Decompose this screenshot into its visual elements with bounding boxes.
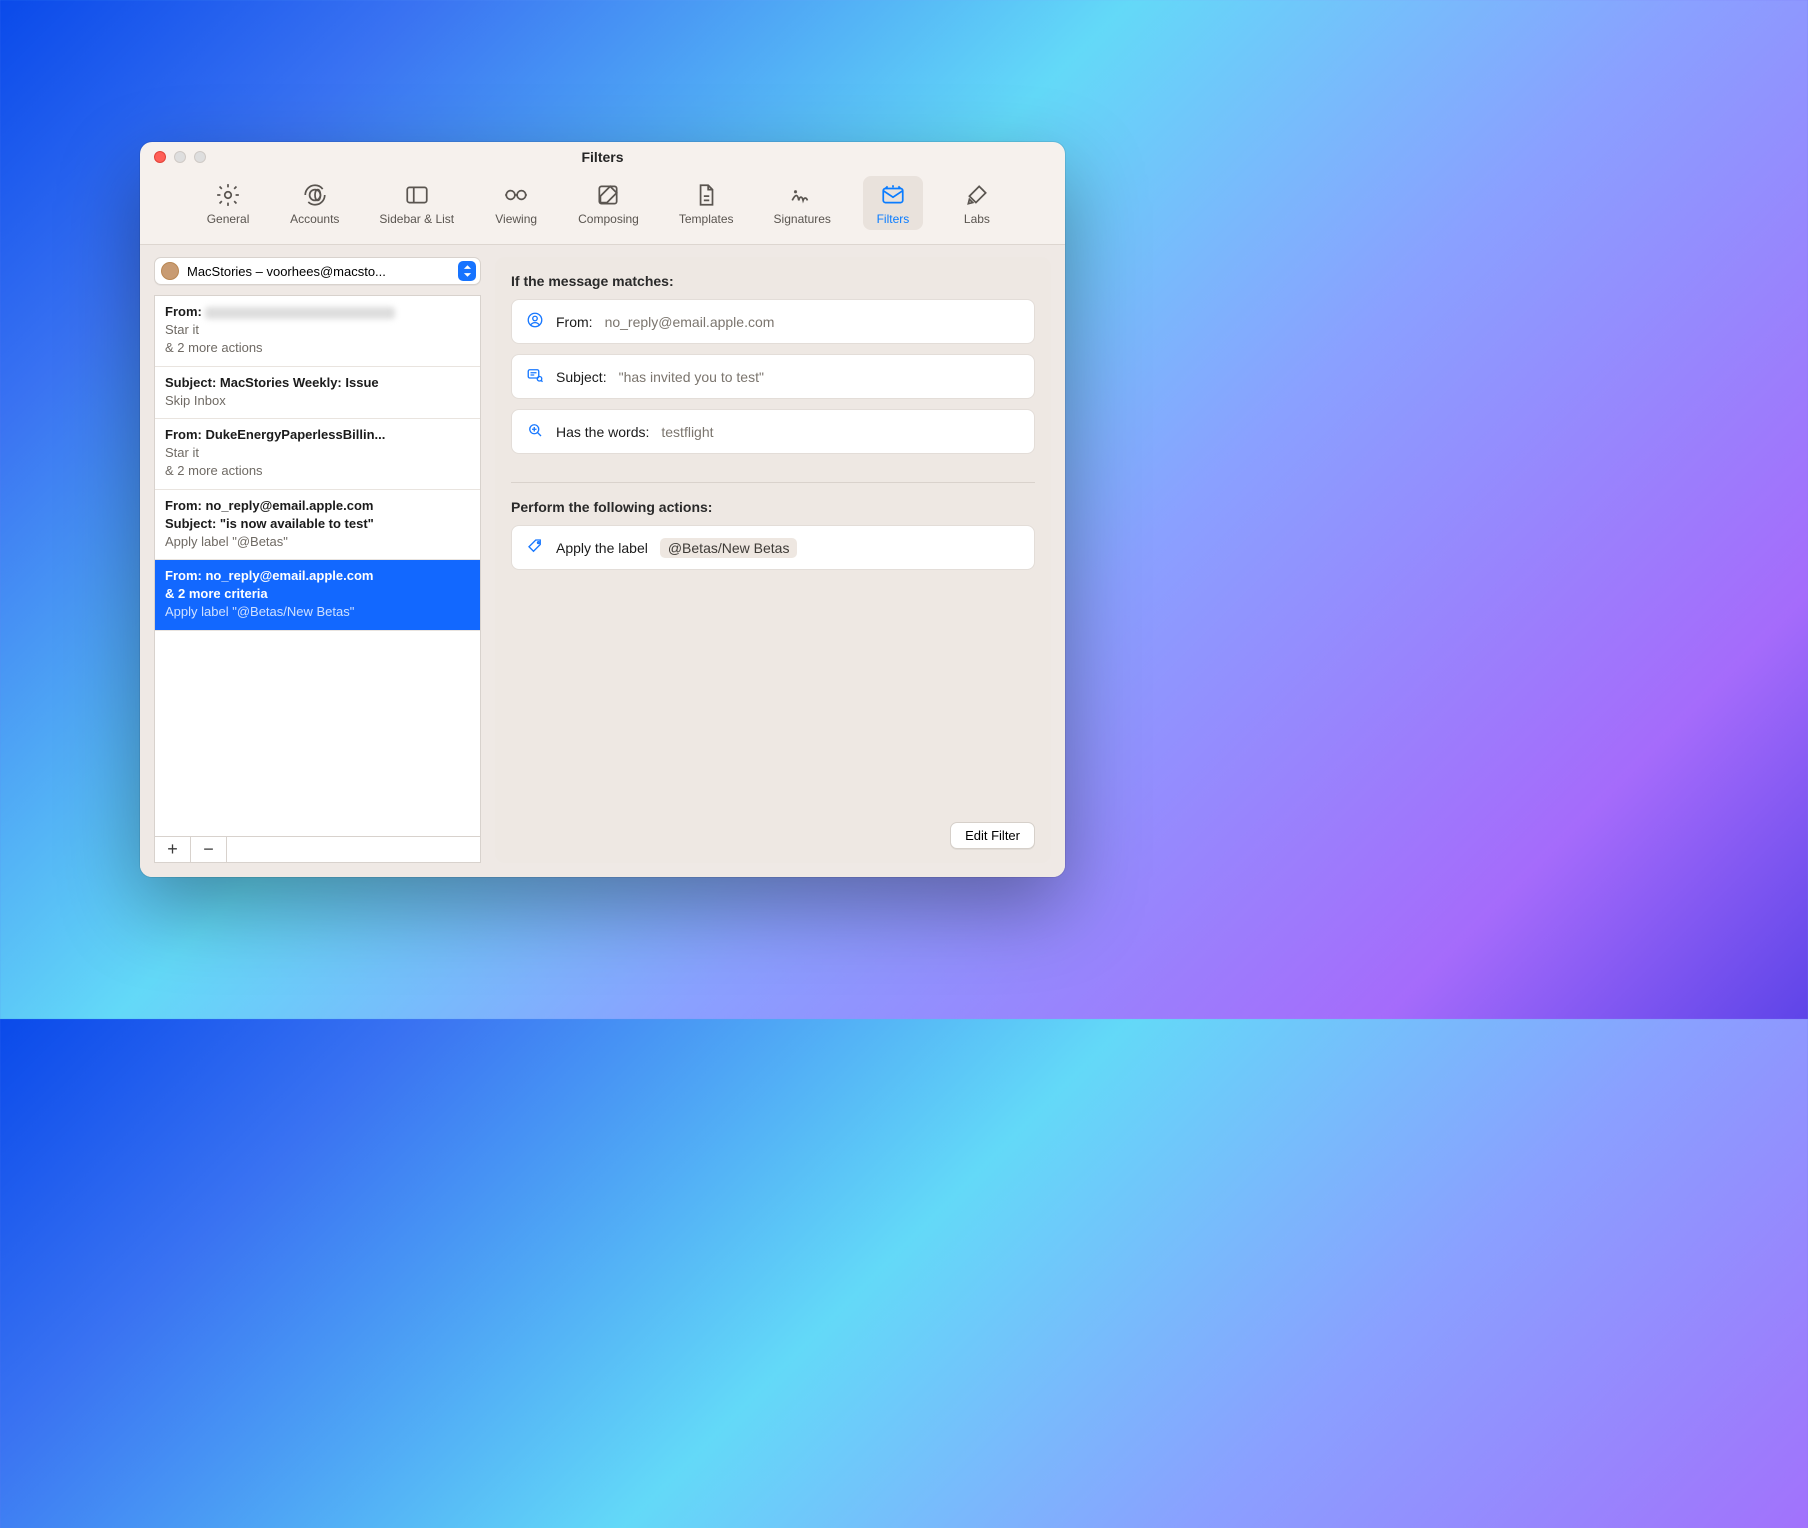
condition-row: Has the words: testflight — [511, 409, 1035, 454]
tab-label: General — [207, 212, 250, 226]
redacted — [205, 307, 395, 319]
filter-rows[interactable]: From: Star it& 2 more actionsSubject: Ma… — [155, 296, 480, 836]
filter-list: From: Star it& 2 more actionsSubject: Ma… — [154, 295, 481, 863]
actions-title: Perform the following actions: — [511, 499, 1035, 515]
account-label: MacStories – voorhees@macsto... — [187, 264, 450, 279]
tab-label: Accounts — [290, 212, 339, 226]
filter-row[interactable]: From: DukeEnergyPaperlessBillin...Star i… — [155, 419, 480, 490]
edit-filter-button[interactable]: Edit Filter — [950, 822, 1035, 849]
tab-labs[interactable]: Labs — [947, 176, 1007, 230]
content: MacStories – voorhees@macsto... From: St… — [140, 245, 1065, 877]
condition-label: Has the words: — [556, 424, 649, 440]
tab-signatures[interactable]: Signatures — [766, 176, 839, 230]
action-row: Apply the label @Betas/New Betas — [511, 525, 1035, 570]
left-pane: MacStories – voorhees@macsto... From: St… — [154, 257, 481, 863]
filter-row[interactable]: From: no_reply@email.apple.comSubject: "… — [155, 490, 480, 561]
tab-label: Sidebar & List — [379, 212, 454, 226]
matches-title: If the message matches: — [511, 273, 1035, 289]
filter-row[interactable]: From: Star it& 2 more actions — [155, 296, 480, 367]
condition-row: From: no_reply@email.apple.com — [511, 299, 1035, 344]
tab-accounts[interactable]: Accounts — [282, 176, 347, 230]
prefs-toolbar: General Accounts Sidebar & List Viewing … — [140, 172, 1065, 245]
remove-filter-button[interactable]: − — [191, 837, 227, 862]
condition-label: Subject: — [556, 369, 607, 385]
account-picker[interactable]: MacStories – voorhees@macsto... — [154, 257, 481, 285]
tab-sidebar-list[interactable]: Sidebar & List — [371, 176, 462, 230]
tab-label: Signatures — [774, 212, 831, 226]
filter-row[interactable]: Subject: MacStories Weekly: IssueSkip In… — [155, 367, 480, 419]
tab-templates[interactable]: Templates — [671, 176, 742, 230]
subject-icon — [526, 366, 544, 387]
tab-label: Labs — [964, 212, 990, 226]
tab-label: Templates — [679, 212, 734, 226]
label-chip: @Betas/New Betas — [660, 538, 798, 558]
tag-icon — [526, 537, 544, 558]
preferences-window: Filters General Accounts Sidebar & List … — [140, 142, 1065, 877]
condition-row: Subject: "has invited you to test" — [511, 354, 1035, 399]
tab-label: Viewing — [495, 212, 537, 226]
filter-row[interactable]: From: no_reply@email.apple.com& 2 more c… — [155, 560, 480, 631]
chevron-updown-icon — [458, 261, 476, 281]
condition-label: From: — [556, 314, 593, 330]
divider — [511, 482, 1035, 483]
tab-general[interactable]: General — [198, 176, 258, 230]
avatar — [161, 262, 179, 280]
tab-label: Filters — [877, 212, 910, 226]
search-icon — [526, 421, 544, 442]
titlebar: Filters — [140, 142, 1065, 172]
condition-value: testflight — [661, 424, 713, 440]
condition-value: no_reply@email.apple.com — [605, 314, 775, 330]
tab-viewing[interactable]: Viewing — [486, 176, 546, 230]
tab-filters[interactable]: Filters — [863, 176, 923, 230]
detail-pane: If the message matches: From: no_reply@e… — [495, 257, 1051, 863]
tab-composing[interactable]: Composing — [570, 176, 647, 230]
add-filter-button[interactable]: + — [155, 837, 191, 862]
person-icon — [526, 311, 544, 332]
condition-value: "has invited you to test" — [619, 369, 764, 385]
action-label: Apply the label — [556, 540, 648, 556]
window-title: Filters — [140, 149, 1065, 165]
list-footer: + − — [155, 836, 480, 862]
tab-label: Composing — [578, 212, 639, 226]
